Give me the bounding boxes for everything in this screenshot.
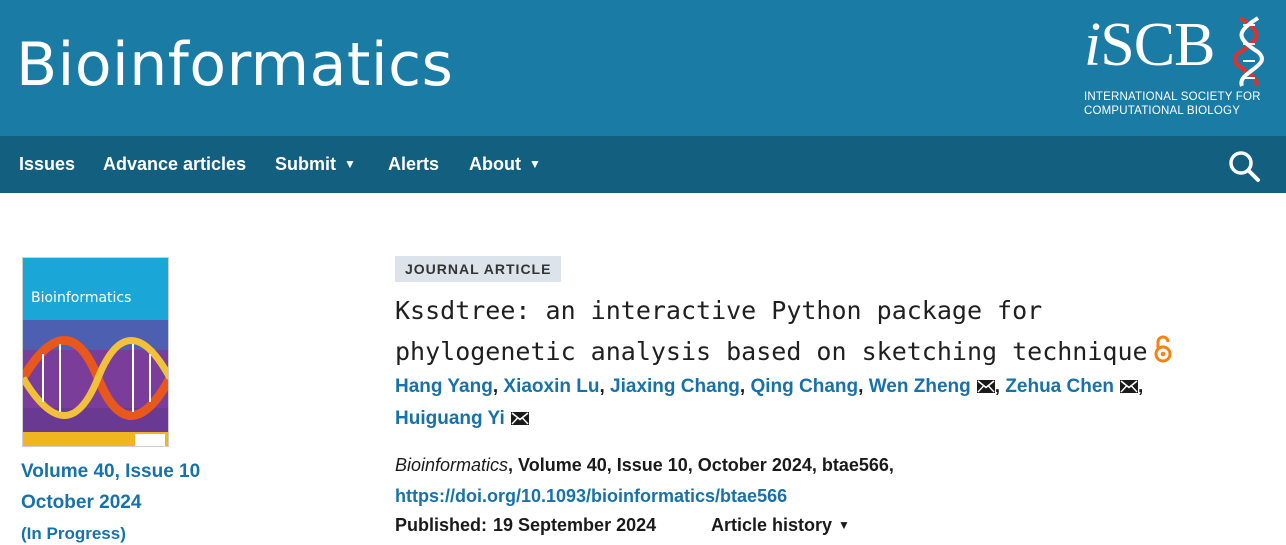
article-title: Kssdtree: an interactive Python package … <box>395 290 1225 372</box>
logo-line-2: COMPUTATIONAL BIOLOGY <box>1084 105 1241 117</box>
author-link[interactable]: Zehua Chen <box>1005 376 1114 397</box>
citation-details: , Volume 40, Issue 10, October 2024, bta… <box>508 455 894 475</box>
nav-alerts[interactable]: Alerts <box>388 154 439 175</box>
author-link[interactable]: Huiguang Yi <box>395 408 505 429</box>
journal-title[interactable]: Bioinformatics <box>16 30 453 100</box>
main-nav: Issues Advance articles Submit ▼ Alerts A… <box>0 136 1286 193</box>
iscb-wordmark: iSCB <box>1084 11 1215 79</box>
cover-artwork: Bioinformatics <box>23 258 168 446</box>
nav-advance-articles[interactable]: Advance articles <box>103 154 246 175</box>
chevron-down-icon: ▼ <box>838 518 850 532</box>
masthead: Bioinformatics iSCB INTERNATIONAL SOCIET… <box>0 0 1286 136</box>
issue-status[interactable]: (In Progress) <box>21 524 126 544</box>
article-history-toggle[interactable]: Article history ▼ <box>711 513 850 537</box>
mail-icon[interactable] <box>510 412 529 425</box>
mail-icon[interactable] <box>1120 380 1139 393</box>
mail-icon[interactable] <box>976 380 995 393</box>
open-access-icon[interactable] <box>1154 334 1172 364</box>
citation-journal: Bioinformatics <box>395 455 509 475</box>
nav-about[interactable]: About ▼ <box>469 154 541 175</box>
doi-link[interactable]: https://doi.org/10.1093/bioinformatics/b… <box>395 486 787 506</box>
author-link[interactable]: Xiaoxin Lu <box>503 376 599 397</box>
issue-cover-image[interactable]: Bioinformatics <box>22 257 169 447</box>
author-link[interactable]: Hang Yang <box>395 376 493 397</box>
logo-line-1: INTERNATIONAL SOCIETY FOR <box>1084 91 1261 103</box>
author-link[interactable]: Jiaxing Chang <box>610 376 740 397</box>
published-label: Published: <box>395 515 488 535</box>
issue-date-link[interactable]: October 2024 <box>21 492 141 514</box>
author-link[interactable]: Qing Chang <box>750 376 858 397</box>
dna-helix-icon <box>1234 16 1264 87</box>
citation-block: Bioinformatics, Volume 40, Issue 10, Oct… <box>395 450 894 512</box>
nav-issues[interactable]: Issues <box>19 154 75 175</box>
author-link[interactable]: Wen Zheng <box>869 376 971 397</box>
issue-volume-link[interactable]: Volume 40, Issue 10 <box>21 461 200 483</box>
chevron-down-icon: ▼ <box>528 157 541 171</box>
chevron-down-icon: ▼ <box>344 157 356 171</box>
nav-submit[interactable]: Submit ▼ <box>275 154 356 175</box>
cover-title: Bioinformatics <box>31 290 131 306</box>
iscb-logo[interactable]: iSCB INTERNATIONAL SOCIETY FOR COMPUTATI… <box>1084 11 1274 120</box>
published-date: Published: 19 September 2024 <box>395 513 656 537</box>
author-list: Hang Yang, Xiaoxin Lu, Jiaxing Chang, Qi… <box>395 376 1144 429</box>
article-type-badge: JOURNAL ARTICLE <box>395 256 562 282</box>
search-icon[interactable] <box>1226 148 1262 184</box>
published-value: 19 September 2024 <box>493 515 657 535</box>
